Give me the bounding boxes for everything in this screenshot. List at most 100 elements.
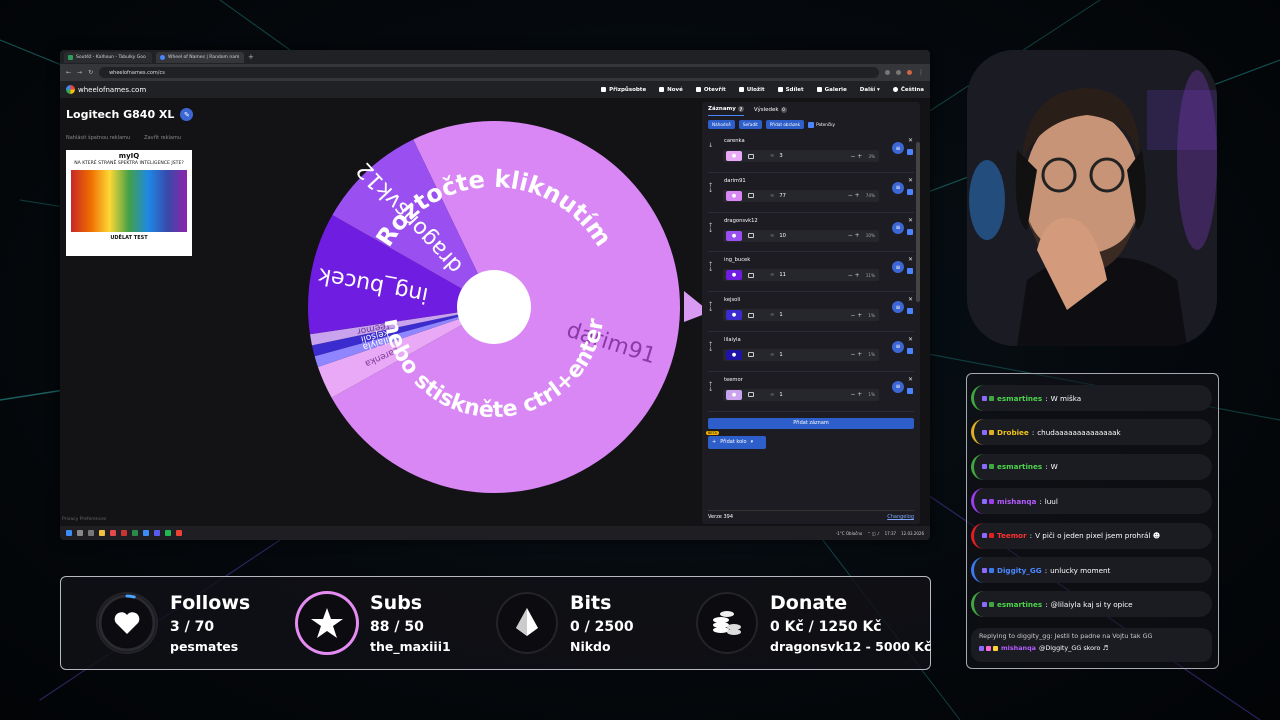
weight-stepper[interactable]: − + xyxy=(850,153,862,160)
image-icon[interactable] xyxy=(748,153,754,159)
entry-name[interactable]: dragonsvk12 xyxy=(724,218,758,224)
weight-stepper[interactable]: − + xyxy=(850,391,862,398)
reorder-arrows-icon[interactable]: ↑ ↓ xyxy=(708,302,713,313)
menu-save[interactable]: Uložit xyxy=(738,86,765,93)
site-logo[interactable]: wheelofnames.com xyxy=(66,85,146,94)
close-icon[interactable]: ✕ xyxy=(908,137,913,144)
browser-tab-wheel[interactable]: Wheel of Names | Random nam xyxy=(156,51,244,63)
color-swatch[interactable]: ● xyxy=(726,389,742,400)
entry-name[interactable]: ing_bucek xyxy=(724,257,750,263)
weight-stepper[interactable]: − + xyxy=(848,272,860,279)
entry-options-button[interactable]: ≡ xyxy=(892,340,904,353)
image-icon[interactable] xyxy=(748,233,754,239)
explorer-icon[interactable] xyxy=(99,530,105,536)
add-image-button[interactable]: Přidat obrázek xyxy=(765,120,805,129)
entry-name[interactable]: kejsoli xyxy=(724,297,740,303)
weights-toggle[interactable]: Potenčky xyxy=(808,121,835,128)
reorder-arrows-icon[interactable]: ↑ ↓ xyxy=(708,341,713,352)
chrome-icon[interactable] xyxy=(176,530,182,536)
reload-icon[interactable]: ↻ xyxy=(88,69,93,76)
app-icon[interactable] xyxy=(121,530,127,536)
weight-field[interactable]: ∞ 3 xyxy=(770,153,844,159)
clock-date[interactable]: 12.03.2026 xyxy=(901,531,924,536)
app-icon[interactable] xyxy=(132,530,138,536)
menu-share[interactable]: Sdílet xyxy=(777,86,804,93)
close-icon[interactable]: ✕ xyxy=(908,256,913,263)
search-icon[interactable] xyxy=(77,530,83,536)
clock-time[interactable]: 17:37 xyxy=(885,531,897,536)
color-swatch[interactable]: ● xyxy=(726,270,742,281)
menu-open[interactable]: Otevřít xyxy=(695,86,726,93)
close-ad-link[interactable]: Zavřít reklamu xyxy=(144,135,181,141)
color-swatch[interactable]: ● xyxy=(726,151,742,161)
entry-name[interactable]: teemor xyxy=(724,377,743,383)
new-tab-button[interactable]: + xyxy=(248,53,254,61)
entry-checkbox[interactable] xyxy=(907,188,913,195)
tab-results[interactable]: Výsledek 0 xyxy=(754,106,787,116)
sidebar-scrollbar[interactable] xyxy=(916,142,920,302)
entry-checkbox[interactable] xyxy=(907,149,913,155)
app-icon[interactable] xyxy=(110,530,116,536)
shuffle-button[interactable]: Náhodně xyxy=(708,120,735,129)
entry-options-button[interactable]: ≡ xyxy=(892,380,904,393)
entry-name[interactable]: lilaiyla xyxy=(724,337,741,343)
color-swatch[interactable]: ● xyxy=(726,310,742,321)
reorder-arrows-icon[interactable]: ↑ ↓ xyxy=(708,182,713,193)
tray-icons[interactable]: ⌃ ◫ ♪ xyxy=(867,531,879,536)
edit-title-button[interactable]: ✎ xyxy=(180,108,194,121)
color-swatch[interactable]: ● xyxy=(726,230,742,241)
weight-field[interactable]: ∞ 1 xyxy=(770,312,844,318)
close-icon[interactable]: ✕ xyxy=(908,296,913,303)
sort-button[interactable]: Seřadit xyxy=(738,120,762,129)
tab-entries[interactable]: Záznamy 7 xyxy=(708,106,744,116)
forward-icon[interactable]: → xyxy=(77,69,82,76)
reorder-arrows-icon[interactable]: ↓ xyxy=(708,143,713,149)
entry-checkbox[interactable] xyxy=(907,308,913,315)
extension-icon[interactable] xyxy=(885,70,890,75)
entry-options-button[interactable]: ≡ xyxy=(892,181,904,194)
weights-checkbox[interactable] xyxy=(808,121,815,128)
changelog-link[interactable]: Changelog xyxy=(887,514,914,520)
spotify-icon[interactable] xyxy=(165,530,171,536)
entry-checkbox[interactable] xyxy=(907,347,913,354)
discord-icon[interactable] xyxy=(154,530,160,536)
advertisement[interactable]: myIQ NA KTERÉ STRANĚ SPEKTRA INTELIGENCE… xyxy=(66,150,192,256)
image-icon[interactable] xyxy=(748,352,754,358)
weight-field[interactable]: ∞ 11 xyxy=(770,272,842,278)
weight-stepper[interactable]: − + xyxy=(850,351,862,358)
menu-language[interactable]: Čeština xyxy=(892,86,924,93)
weight-field[interactable]: ∞ 77 xyxy=(770,193,842,199)
windows-start-icon[interactable] xyxy=(66,530,72,536)
reorder-arrows-icon[interactable]: ↑ ↓ xyxy=(708,381,713,392)
weight-field[interactable]: ∞ 1 xyxy=(770,352,844,358)
back-icon[interactable]: ← xyxy=(66,69,71,76)
browser-menu-icon[interactable]: ⋮ xyxy=(918,69,924,76)
bookmark-star-icon[interactable] xyxy=(896,70,901,75)
weight-field[interactable]: ∞ 10 xyxy=(770,233,842,239)
close-icon[interactable]: ✕ xyxy=(908,177,913,184)
menu-more[interactable]: Další ▾ xyxy=(860,87,880,93)
report-ad-link[interactable]: Nahlásit špatnou reklamu xyxy=(66,135,130,141)
menu-gallery[interactable]: Galerie xyxy=(816,86,847,93)
wheel-center[interactable] xyxy=(457,270,531,344)
close-icon[interactable]: ✕ xyxy=(908,376,913,383)
close-icon[interactable]: ✕ xyxy=(908,217,913,224)
edge-icon[interactable] xyxy=(143,530,149,536)
task-view-icon[interactable] xyxy=(88,530,94,536)
menu-new[interactable]: Nové xyxy=(659,86,683,93)
color-swatch[interactable]: ● xyxy=(726,349,742,360)
chevron-down-icon[interactable]: ▾ xyxy=(751,439,754,445)
entry-options-button[interactable]: ≡ xyxy=(892,221,904,234)
entry-checkbox[interactable] xyxy=(907,387,913,394)
image-icon[interactable] xyxy=(748,392,754,398)
privacy-link[interactable]: Privacy Preferences xyxy=(62,517,106,522)
weight-stepper[interactable]: − + xyxy=(848,192,860,199)
entry-name[interactable]: darim91 xyxy=(724,178,746,184)
entry-checkbox[interactable] xyxy=(907,268,913,275)
reorder-arrows-icon[interactable]: ↑ ↓ xyxy=(708,262,713,273)
color-swatch[interactable]: ● xyxy=(726,190,742,201)
weight-field[interactable]: ∞ 1 xyxy=(770,392,844,398)
image-icon[interactable] xyxy=(748,272,754,278)
browser-tab-sheets[interactable]: Soutěž - Kalhoun - Tabulky Goo xyxy=(64,51,152,63)
image-icon[interactable] xyxy=(748,312,754,318)
